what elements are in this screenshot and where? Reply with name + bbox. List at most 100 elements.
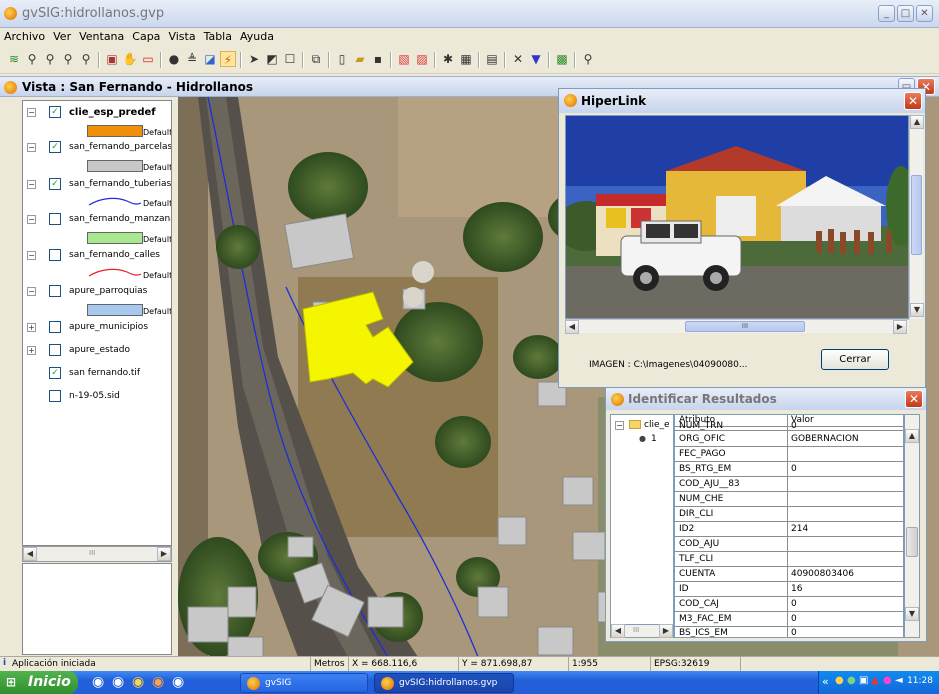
table-row[interactable]: ID 16 — [675, 582, 903, 597]
pointer-icon[interactable]: ➤ — [246, 51, 262, 67]
zoom-back-icon[interactable]: ⚲ — [78, 51, 94, 67]
layers-icon[interactable]: ≋ — [6, 51, 22, 67]
table-row[interactable]: TLF_CLI — [675, 552, 903, 567]
scroll-left-icon[interactable]: ◀ — [565, 320, 579, 334]
tray-volume-icon[interactable]: ◄ — [895, 675, 903, 686]
collapse-icon[interactable]: − — [615, 421, 624, 430]
scroll-thumb[interactable] — [906, 527, 918, 557]
quicklaunch-desktop-icon[interactable]: ◉ — [172, 674, 184, 690]
table-row[interactable]: COD_AJU — [675, 537, 903, 552]
table-row[interactable]: NUM_TRN 0 — [675, 421, 903, 431]
menu-tabla[interactable]: Tabla — [200, 28, 236, 45]
hyperlink-icon[interactable]: ⚡ — [220, 51, 236, 67]
image-vertical-scrollbar[interactable]: ▲ ▼ — [909, 115, 924, 319]
zoom-out-icon[interactable]: ⚲ — [42, 51, 58, 67]
props-icon[interactable]: ▤ — [484, 51, 500, 67]
scroll-right-icon[interactable]: ▶ — [157, 547, 171, 561]
scroll-down-icon[interactable]: ▼ — [910, 303, 924, 317]
table-row[interactable]: BS_ICS_EM 0 — [675, 627, 903, 637]
rect-icon[interactable]: ▭ — [140, 51, 156, 67]
zoom-select-icon[interactable]: ⚲ — [60, 51, 76, 67]
toc-layer-estado[interactable]: + apure_estado — [23, 341, 171, 361]
collapse-icon[interactable]: − — [27, 180, 36, 189]
tray-icon-4[interactable]: ▲ — [871, 675, 879, 686]
query-icon[interactable]: ⚲ — [580, 51, 596, 67]
print-layout-icon[interactable]: ▨ — [414, 51, 430, 67]
toc-layer-municipios[interactable]: + apure_municipios — [23, 318, 171, 338]
print-icon[interactable]: ▧ — [396, 51, 412, 67]
new-icon[interactable]: ▯ — [334, 51, 350, 67]
layer-checkbox[interactable]: ✓ — [49, 106, 61, 118]
layer-checkbox[interactable] — [49, 285, 61, 297]
layer-checkbox[interactable] — [49, 344, 61, 356]
table-row[interactable]: DIR_CLI — [675, 507, 903, 522]
scroll-up-icon[interactable]: ▲ — [905, 429, 919, 443]
layer-checkbox[interactable] — [49, 321, 61, 333]
layer-checkbox[interactable]: ✓ — [49, 178, 61, 190]
table-row[interactable]: CUENTA 40900803406 — [675, 567, 903, 582]
scroll-up-icon[interactable]: ▲ — [910, 115, 924, 129]
filter-icon[interactable]: ▼ — [528, 51, 544, 67]
menu-ayuda[interactable]: Ayuda — [236, 28, 278, 45]
collapse-icon[interactable]: − — [27, 143, 36, 152]
select-rect-icon[interactable]: ☐ — [282, 51, 298, 67]
scroll-thumb[interactable]: III — [685, 321, 805, 332]
select-icon[interactable]: ◩ — [264, 51, 280, 67]
toc-layer-clie_esp_predef[interactable]: − ✓ clie_esp_predef — [23, 103, 171, 123]
tools-icon[interactable]: ✱ — [440, 51, 456, 67]
tree-layer-label[interactable]: clie_e — [644, 420, 670, 430]
menu-capa[interactable]: Capa — [128, 28, 164, 45]
scroll-down-icon[interactable]: ▼ — [905, 607, 919, 621]
toc-scrollbar[interactable]: ◀ III ▶ — [22, 546, 172, 562]
table-row[interactable]: COD_AJU__83 — [675, 477, 903, 492]
area-icon[interactable]: ◪ — [202, 51, 218, 67]
collapse-icon[interactable]: − — [27, 251, 36, 260]
table-row[interactable]: NUM_CHE — [675, 492, 903, 507]
layer-checkbox[interactable]: ✓ — [49, 367, 61, 379]
image-horizontal-scrollbar[interactable]: ◀ III ▶ — [565, 319, 909, 334]
cerrar-button[interactable]: Cerrar — [821, 349, 889, 370]
toc-layer-calles[interactable]: − san_fernando_calles — [23, 246, 171, 266]
expand-icon[interactable]: + — [27, 323, 36, 332]
clear-icon[interactable]: ✕ — [510, 51, 526, 67]
table-row[interactable]: ID2 214 — [675, 522, 903, 537]
scroll-thumb[interactable]: III — [633, 626, 639, 634]
toc-layer-tif[interactable]: ✓ san fernando.tif — [23, 364, 171, 384]
task-gvsig[interactable]: gvSIG — [240, 673, 368, 693]
maximize-button[interactable]: □ — [897, 5, 914, 22]
menu-archivo[interactable]: Archivo — [0, 28, 49, 45]
table-icon[interactable]: ▦ — [458, 51, 474, 67]
collapse-icon[interactable]: − — [27, 287, 36, 296]
tray-icon-1[interactable]: ● — [835, 675, 844, 686]
toc-layer-sid[interactable]: n-19-05.sid — [23, 387, 171, 407]
start-button[interactable]: ⊞ Inicio — [0, 671, 78, 694]
tray-arrow-icon[interactable]: « — [822, 675, 829, 688]
scroll-left-icon[interactable]: ◀ — [23, 547, 37, 561]
toc-layer-parcelas[interactable]: − ✓ san_fernando_parcelas — [23, 138, 171, 158]
minimize-button[interactable]: _ — [878, 5, 895, 22]
layer-checkbox[interactable] — [49, 213, 61, 225]
save-icon[interactable]: ▪ — [370, 51, 386, 67]
scroll-thumb[interactable]: III — [89, 549, 95, 557]
hyperlink-close-icon[interactable]: ✕ — [904, 92, 922, 110]
export-icon[interactable]: ▩ — [554, 51, 570, 67]
pan-icon[interactable]: ✋ — [122, 51, 138, 67]
menu-ventana[interactable]: Ventana — [75, 28, 128, 45]
layer-add-icon[interactable]: ⧉ — [308, 51, 324, 67]
toc-layer-tuberias[interactable]: − ✓ san_fernando_tuberias — [23, 175, 171, 195]
layer-checkbox[interactable]: ✓ — [49, 141, 61, 153]
collapse-icon[interactable]: − — [27, 215, 36, 224]
quicklaunch-media-icon[interactable]: ◉ — [112, 674, 124, 690]
task-gvsig-project[interactable]: gvSIG:hidrollanos.gvp — [374, 673, 514, 693]
toc-layer-parroquias[interactable]: − apure_parroquias — [23, 282, 171, 302]
scroll-right-icon[interactable]: ▶ — [893, 320, 907, 334]
zoom-in-icon[interactable]: ⚲ — [24, 51, 40, 67]
tray-network-icon[interactable]: ▣ — [859, 675, 868, 686]
layer-checkbox[interactable] — [49, 249, 61, 261]
info-icon[interactable]: ● — [166, 51, 182, 67]
table-row[interactable]: COD_CAJ 0 — [675, 597, 903, 612]
table-vertical-scrollbar[interactable]: ▲ ▼ — [904, 414, 920, 638]
tree-feature-label[interactable]: 1 — [651, 434, 657, 444]
tree-scrollbar[interactable]: ◀ III ▶ — [610, 624, 674, 638]
menu-ver[interactable]: Ver — [49, 28, 75, 45]
